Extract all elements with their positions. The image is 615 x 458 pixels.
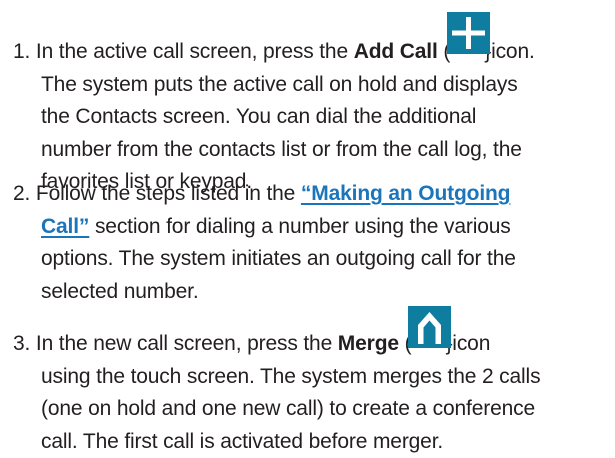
- step-2-second-line: Call” section for dialing a number using…: [13, 211, 613, 244]
- step-2-line: selected number.: [13, 276, 613, 309]
- step-2-first-line: 2. Follow the steps listed in the “Makin…: [13, 178, 613, 211]
- step-1-paragraph: 1. In the active call screen, press the …: [13, 16, 613, 199]
- step-3-first-line: 3. In the new call screen, press the Mer…: [13, 308, 613, 361]
- step-1-line: number from the contacts list or from th…: [13, 134, 613, 167]
- step-2-paragraph: 2. Follow the steps listed in the “Makin…: [13, 178, 613, 308]
- step-2-line2-suffix: section for dialing a number using the v…: [89, 215, 510, 238]
- merge-icon: [408, 306, 451, 348]
- step-3-prefix: 3. In the new call screen, press the: [13, 332, 338, 355]
- add-call-label: Add Call: [354, 40, 438, 63]
- step-1-line: The system puts the active call on hold …: [13, 69, 613, 102]
- step-3-line: call. The first call is activated before…: [13, 426, 613, 458]
- step-3-line: (one on hold and one new call) to create…: [13, 393, 613, 426]
- step-1-line: the Contacts screen. You can dial the ad…: [13, 101, 613, 134]
- step-1-prefix: 1. In the active call screen, press the: [13, 40, 354, 63]
- step-2-prefix: 2. Follow the steps listed in the: [13, 182, 301, 205]
- making-outgoing-call-link-continued[interactable]: Call”: [41, 215, 89, 238]
- step-2-line: options. The system initiates an outgoin…: [13, 243, 613, 276]
- step-1-first-line: 1. In the active call screen, press the …: [13, 16, 613, 69]
- step-3-icon-suffix: }icon: [445, 332, 490, 355]
- step-3-line: using the touch screen. The system merge…: [13, 361, 613, 394]
- step-1-icon-suffix: }icon.: [484, 40, 534, 63]
- plus-icon: [447, 12, 490, 54]
- merge-label: Merge: [338, 332, 399, 355]
- step-3-paragraph: 3. In the new call screen, press the Mer…: [13, 308, 613, 458]
- making-outgoing-call-link[interactable]: “Making an Outgoing: [301, 182, 510, 205]
